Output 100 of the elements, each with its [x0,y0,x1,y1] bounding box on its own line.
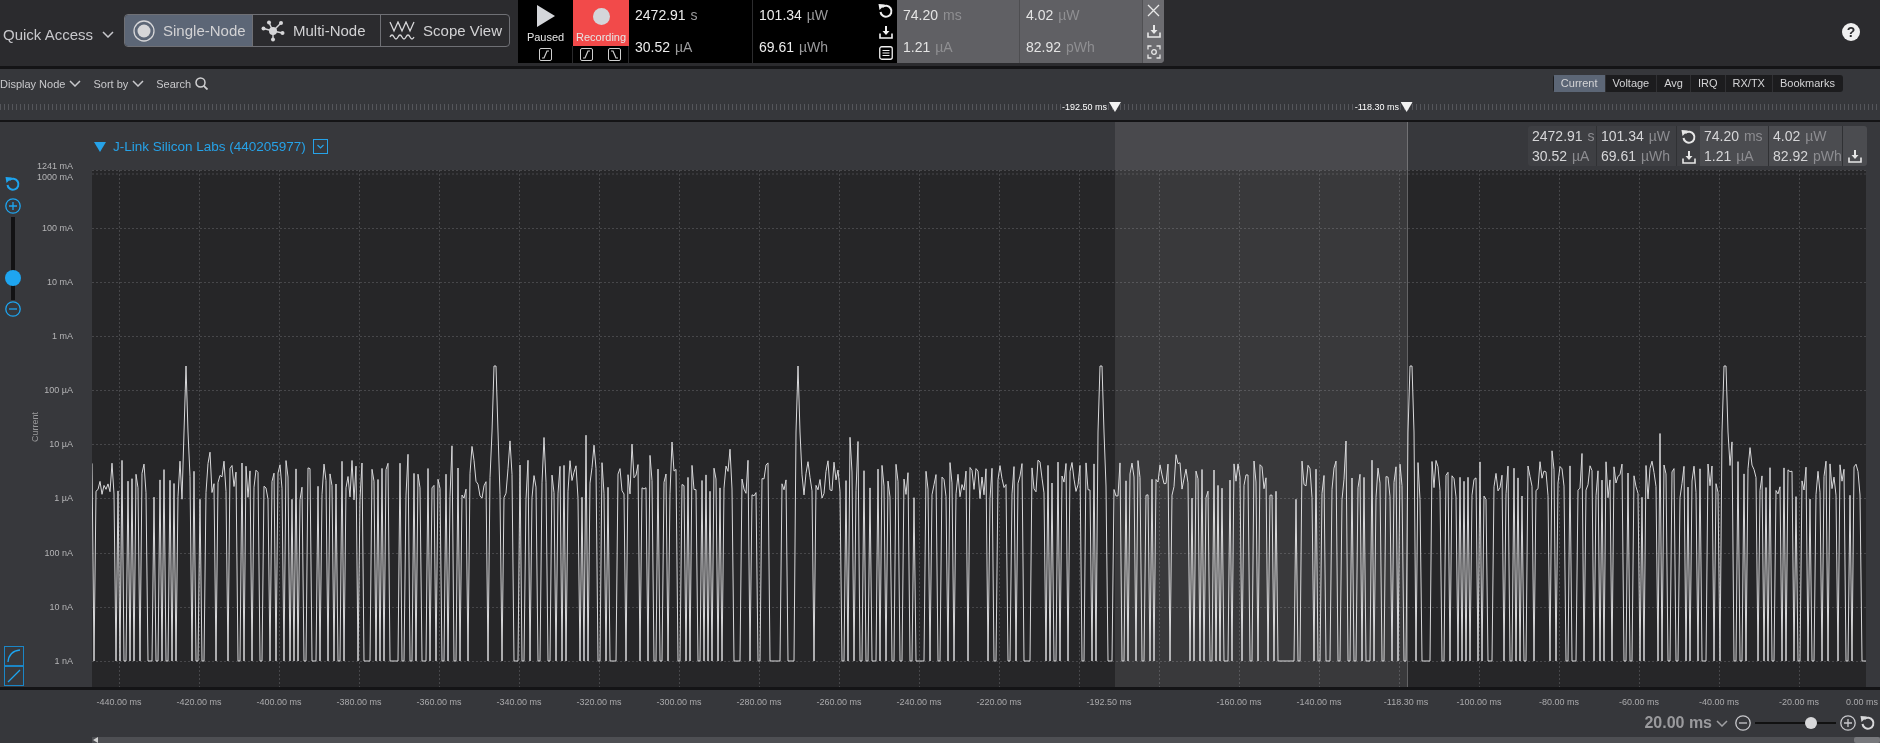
caret-icon [69,80,82,87]
tab[interactable]: Voltage [1604,75,1657,92]
marker-label: -192.50 ms [1061,102,1107,112]
zoom-out-icon[interactable] [5,301,21,317]
selection-range[interactable] [1115,122,1408,687]
reading: 69.61 µWh [1596,146,1676,166]
reading: 82.92 pWh [1768,146,1842,166]
y-axis-label: 10 µA [49,439,73,449]
view-mode-tab[interactable]: Single-Node [125,15,254,46]
y-axis-label: 1 µA [54,493,73,503]
x-axis-label: -320.00 ms [576,697,622,707]
x-axis-label: -420.00 ms [176,697,222,707]
x-axis-label: -440.00 ms [96,697,142,707]
tab[interactable]: Current [1553,75,1605,92]
help-button[interactable]: ? [1842,23,1860,41]
download-icon[interactable] [1681,149,1696,164]
marker-label: -118.30 ms [1354,102,1399,112]
close-icon[interactable] [1147,3,1161,17]
marker-handle-icon[interactable] [1401,102,1413,112]
y-axis-label: 10 mA [47,277,73,287]
slider-thumb[interactable] [5,269,21,286]
download-icon[interactable] [879,25,894,40]
falling-edge-icon[interactable] [607,48,621,61]
view-mode-tab[interactable]: Scope View [381,15,510,46]
reading: 101.34 µW [752,0,876,32]
play-icon [536,5,555,27]
y-axis-label: 100 mA [41,223,73,233]
zoom-in-icon[interactable] [5,198,21,214]
left-arrow-icon[interactable] [93,737,98,743]
expand-triangle-icon[interactable] [94,141,106,152]
reading: 2472.91 s [634,6,699,25]
reading: 69.61 µWh [752,31,876,63]
x-axis-label: -300.00 ms [656,697,702,707]
x-axis-label: -118.30 ms [1383,697,1429,707]
x-axis-label: -220.00 ms [976,697,1022,707]
x-axis-label: -260.00 ms [816,697,862,707]
refresh-icon[interactable] [1680,128,1697,145]
x-axis-label: -280.00 ms [736,697,782,707]
view-mode-tab[interactable]: Multi-Node [253,15,382,46]
list-icon[interactable] [879,45,894,60]
rising-edge-icon[interactable] [538,48,552,61]
y-axis-title: Current [30,412,40,442]
focus-frame-icon[interactable] [1146,45,1161,60]
tab[interactable]: IRQ [1690,75,1725,92]
x-axis-label: -360.00 ms [416,697,462,707]
y-axis-label: 1 mA [52,331,73,341]
x-axis-label: -400.00 ms [256,697,302,707]
tab[interactable]: RX/TX [1724,75,1772,92]
x-axis-label: -60.00 ms [1619,697,1659,707]
curve-icon[interactable] [4,646,24,666]
quick-access-dropdown[interactable]: Quick Access [0,24,115,44]
diagonal-line-icon[interactable] [4,666,24,686]
x-axis-label: -80.00 ms [1539,697,1579,707]
dropdown-button[interactable]: Display Node [0,77,82,90]
x-axis-label: -40.00 ms [1699,697,1739,707]
refresh-icon[interactable] [878,3,895,20]
rising-edge-icon[interactable] [580,48,594,61]
x-axis-label: -160.00 ms [1216,697,1262,707]
x-axis-label: -140.00 ms [1296,697,1342,707]
reading: 30.52 µA [1531,147,1591,166]
reading: 2472.91 s [1531,127,1596,146]
reading: 4.02 µW [1768,126,1842,146]
tab[interactable]: Avg [1656,75,1690,92]
play-button[interactable]: Paused [518,0,574,46]
caret-icon [1716,719,1728,727]
reading: 74.20 ms [1703,127,1764,146]
radio-circle-icon [133,19,156,42]
reading: 101.34 µW [1596,126,1676,146]
scroll-thumb[interactable] [1854,737,1880,743]
y-axis-label: 100 µA [44,385,73,395]
marker-handle-icon[interactable] [1109,102,1121,112]
download-icon[interactable] [1848,149,1862,163]
x-axis-label: 0.00 ms [1846,697,1878,707]
device-name: J-Link Silicon Labs (440205977) [113,139,306,154]
caret-icon [132,80,145,87]
x-axis-label: -20.00 ms [1779,697,1819,707]
x-axis-label: -192.50 ms [1086,697,1132,707]
zoom-out-icon[interactable] [1735,715,1751,731]
caret-icon [102,30,115,38]
network-nodes-icon [261,19,286,42]
reading: 1.21 µA [1703,147,1755,166]
zoom-in-icon[interactable] [1840,715,1856,731]
y-axis-label: 10 nA [49,602,73,612]
x-axis-label: -100.00 ms [1456,697,1502,707]
reading: 30.52 µA [634,37,694,57]
time-scale-dropdown[interactable]: 20.00 ms [1644,714,1728,732]
x-axis-label: -340.00 ms [496,697,542,707]
dropdown-button[interactable]: Sort by [93,77,145,90]
slider-thumb[interactable] [1804,717,1817,729]
x-axis-label: -380.00 ms [336,697,382,707]
scrollbar[interactable] [92,737,1880,743]
tab[interactable]: Bookmarks [1771,75,1842,92]
y-axis-label: 1241 mA [36,161,73,171]
dropdown-caret-icon[interactable] [312,139,328,154]
search-button[interactable]: Search [156,77,209,90]
y-axis-label: 100 nA [44,548,73,558]
x-axis-label: -240.00 ms [896,697,942,707]
y-axis-label: 1 nA [54,656,73,666]
waveform-icon [389,20,416,41]
record-icon [592,8,610,25]
